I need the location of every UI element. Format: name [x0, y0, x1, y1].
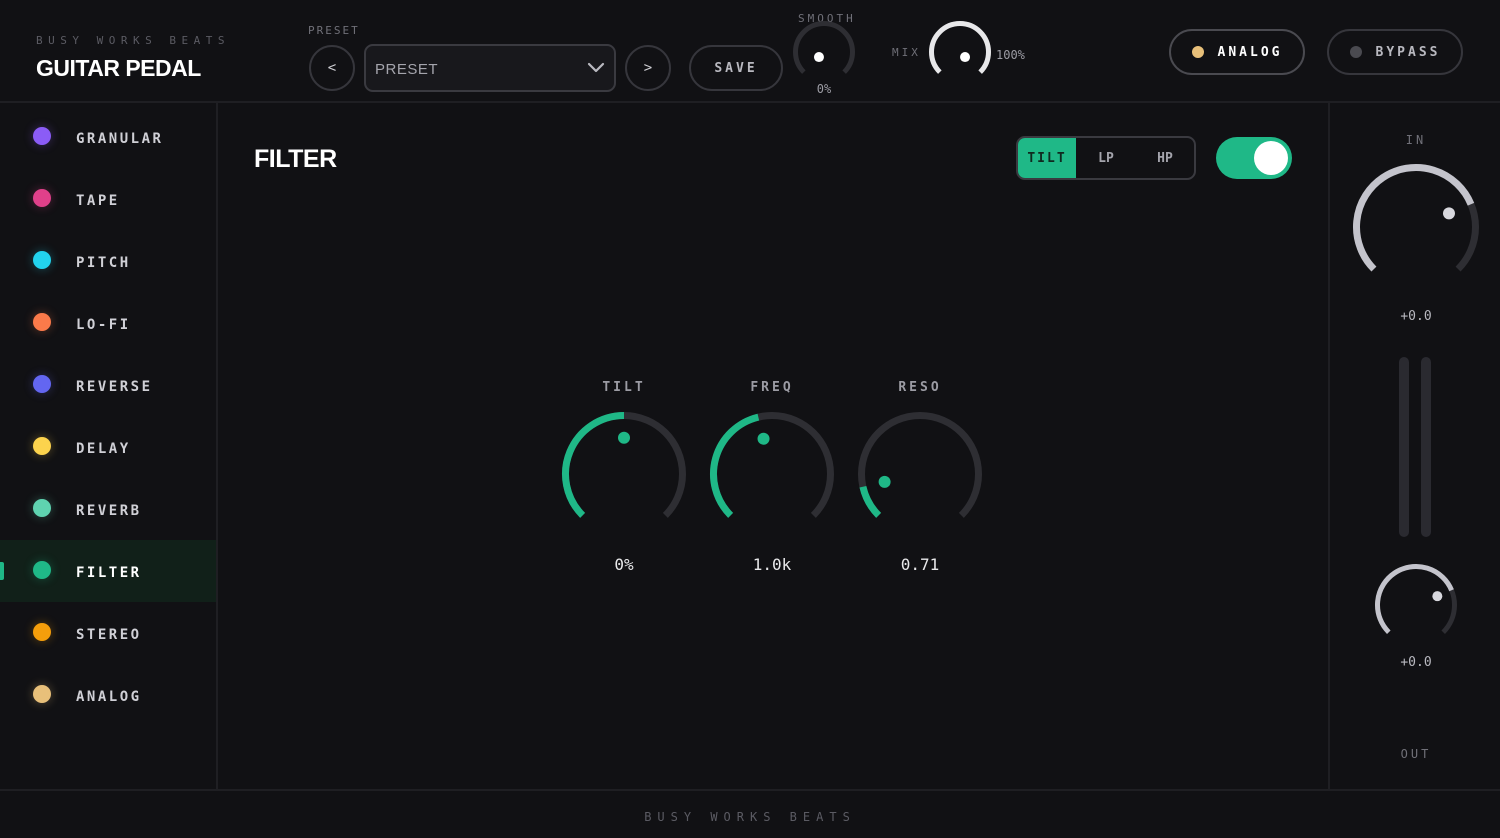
bypass-button[interactable]: BYPASS — [1327, 29, 1463, 75]
mix-value: 100% — [996, 48, 1025, 62]
reso-label: RESO — [898, 380, 942, 395]
sidebar-item-filter[interactable]: FILTER — [0, 540, 216, 602]
smooth-knob[interactable] — [792, 20, 856, 84]
knob-value-arc — [929, 21, 991, 74]
sidebar-item-delay[interactable]: DELAY — [0, 416, 216, 478]
input-gain-knob[interactable] — [1352, 163, 1480, 291]
preset-select-value: PRESET — [375, 61, 439, 78]
knob-value-arc — [1353, 164, 1475, 272]
freq-value: 1.0k — [752, 555, 792, 574]
module-color-dot — [33, 685, 51, 703]
sidebar-item-label: ANALOG — [76, 689, 142, 705]
tilt-label: TILT — [602, 380, 646, 395]
sidebar-item-reverse[interactable]: REVERSE — [0, 354, 216, 416]
reso-value: 0.71 — [900, 555, 940, 574]
knob-pointer-dot — [757, 432, 770, 445]
footer-brand: BUSY WORKS BEATS — [644, 810, 856, 824]
input-gain-value: +0.0 — [1400, 309, 1432, 324]
sidebar-item-label: STEREO — [76, 627, 142, 643]
analog-button-label: ANALOG — [1217, 44, 1283, 60]
knob-pointer-dot — [813, 52, 824, 63]
sidebar-item-pitch[interactable]: PITCH — [0, 230, 216, 292]
mix-knob[interactable] — [928, 20, 992, 84]
level-meter-left — [1399, 357, 1409, 537]
output-gain-knob[interactable] — [1374, 563, 1458, 647]
module-color-dot — [33, 127, 51, 145]
app-title: GUITAR PEDAL — [36, 55, 201, 81]
save-button[interactable]: SAVE — [689, 45, 783, 91]
io-panel: IN +0.0 +0.0 OUT — [1328, 103, 1500, 789]
module-color-dot — [33, 623, 51, 641]
sidebar-item-label: GRANULAR — [76, 131, 164, 147]
filter-enable-toggle[interactable] — [1216, 137, 1292, 179]
active-indicator — [0, 562, 4, 580]
footer: BUSY WORKS BEATS — [0, 789, 1500, 838]
knob-track — [858, 412, 982, 518]
sidebar-item-stereo[interactable]: STEREO — [0, 602, 216, 664]
sidebar-item-label: PITCH — [76, 255, 131, 271]
sidebar-item-lo-fi[interactable]: LO-FI — [0, 292, 216, 354]
next-preset-button[interactable]: > — [625, 45, 671, 91]
module-color-dot — [33, 313, 51, 331]
module-color-dot — [33, 251, 51, 269]
knob-pointer-dot — [1432, 591, 1443, 602]
mode-option-hp[interactable]: HP — [1136, 138, 1194, 178]
reso-knob[interactable] — [857, 411, 983, 537]
main-panel: FILTER TILT LP HP TILT 0% FREQ 1.0k RESO… — [218, 103, 1328, 789]
knob-value-arc — [562, 412, 625, 518]
knob-value-arc — [859, 485, 882, 518]
bypass-button-label: BYPASS — [1375, 44, 1441, 60]
mix-label: MIX — [892, 46, 921, 59]
knob-pointer-dot — [878, 475, 891, 488]
filter-mode-selector: TILT LP HP — [1016, 136, 1196, 180]
bypass-indicator-dot — [1349, 46, 1362, 58]
knob-track — [793, 21, 855, 74]
sidebar: GRANULAR TAPE PITCH LO-FI REVERSE DELAY REVERB… — [0, 103, 218, 789]
sidebar-item-analog[interactable]: ANALOG — [0, 664, 216, 726]
analog-button[interactable]: ANALOG — [1169, 29, 1305, 75]
toggle-knob — [1254, 141, 1288, 175]
tilt-value: 0% — [614, 555, 634, 574]
output-gain-value: +0.0 — [1400, 655, 1432, 670]
freq-label: FREQ — [750, 380, 794, 395]
module-color-dot — [33, 561, 51, 579]
mode-option-tilt[interactable]: TILT — [1018, 138, 1076, 178]
sidebar-item-reverb[interactable]: REVERB — [0, 478, 216, 540]
brand-subtitle: BUSY WORKS BEATS — [36, 34, 230, 47]
preset-select[interactable]: PRESET — [364, 44, 616, 92]
sidebar-item-tape[interactable]: TAPE — [0, 168, 216, 230]
module-color-dot — [33, 499, 51, 517]
header: BUSY WORKS BEATS GUITAR PEDAL PRESET < P… — [0, 0, 1500, 103]
smooth-value: 0% — [816, 82, 832, 96]
sidebar-item-granular[interactable]: GRANULAR — [0, 106, 216, 168]
sidebar-item-label: FILTER — [76, 565, 142, 581]
knob-value-arc — [710, 413, 760, 518]
sidebar-item-label: DELAY — [76, 441, 131, 457]
mode-option-lp[interactable]: LP — [1076, 138, 1136, 178]
module-color-dot — [33, 375, 51, 393]
input-label: IN — [1405, 133, 1427, 147]
sidebar-item-label: REVERSE — [76, 379, 153, 395]
prev-preset-button[interactable]: < — [309, 45, 355, 91]
preset-label: PRESET — [308, 24, 360, 37]
knob-pointer-dot — [960, 52, 971, 63]
sidebar-item-label: LO-FI — [76, 317, 131, 333]
level-meter-right — [1421, 357, 1431, 537]
sidebar-item-label: REVERB — [76, 503, 142, 519]
knob-pointer-dot — [1442, 207, 1455, 220]
chevron-down-icon — [587, 62, 605, 73]
freq-knob[interactable] — [709, 411, 835, 537]
output-label: OUT — [1400, 747, 1432, 761]
module-color-dot — [33, 437, 51, 455]
section-title: FILTER — [254, 145, 337, 173]
knob-pointer-dot — [618, 431, 630, 444]
tilt-knob[interactable] — [561, 411, 687, 537]
sidebar-item-label: TAPE — [76, 193, 120, 209]
module-color-dot — [33, 189, 51, 207]
analog-indicator-dot — [1191, 46, 1204, 58]
